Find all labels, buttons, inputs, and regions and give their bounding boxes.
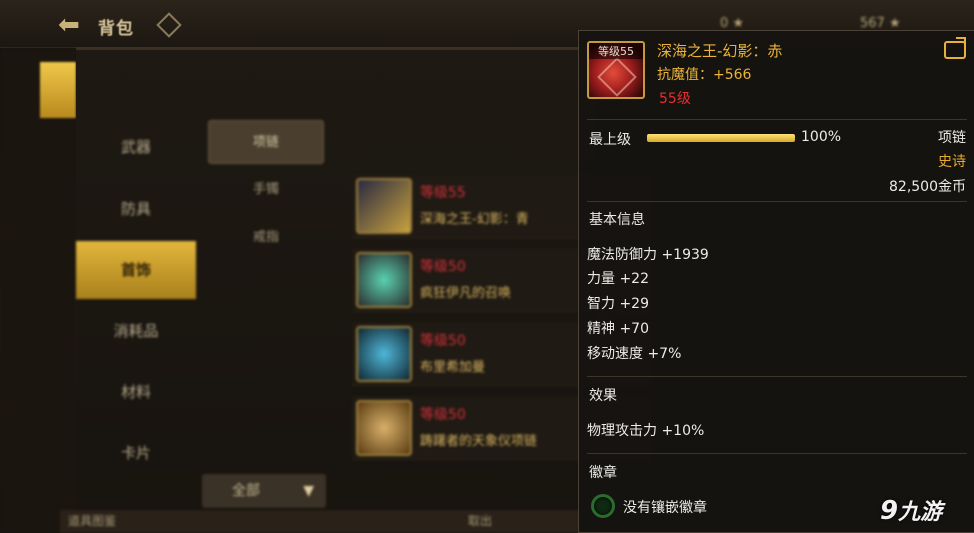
item-level: 等级55 (420, 185, 466, 201)
filter-label: 全部 (232, 483, 260, 499)
item-name: 疯狂伊凡的召唤 (420, 286, 512, 301)
subcat-bracelet[interactable]: 手镯 (208, 168, 324, 212)
category-weapon[interactable]: 武器 (76, 118, 196, 176)
subcat-ring[interactable]: 戒指 (208, 216, 324, 260)
item-icon (356, 326, 412, 382)
category-accessory[interactable]: 首饰 (76, 241, 196, 299)
item-title: 深海之王-幻影：赤 (657, 42, 783, 60)
necklace-icon: 等级55 (587, 41, 645, 99)
currency-2: 567 ★ (860, 16, 901, 31)
category-material[interactable]: 材料 (76, 363, 196, 421)
divider (587, 119, 967, 120)
share-icon[interactable] (944, 37, 966, 59)
item-name: 踌躇者的天象仪项链 (420, 434, 538, 449)
item-level: 等级50 (420, 333, 466, 349)
item-detail-tooltip: 等级55 深海之王-幻影：赤 抗魔值：+566 55级 最上级 100% 项链 … (578, 30, 974, 533)
item-icon (356, 252, 412, 308)
currency-1: 0 ★ (720, 16, 745, 31)
stat-line: 魔法防御力 +1939 (587, 247, 709, 263)
stat-line: 智力 +29 (587, 296, 649, 312)
grade-label: 最上级 (589, 132, 631, 148)
page-title: 背包 (98, 19, 134, 39)
item-icon (356, 400, 412, 456)
dropdown-arrow-icon: ▼ (303, 483, 314, 499)
item-level: 等级50 (420, 407, 466, 423)
back-arrow-icon[interactable]: ⬅ (58, 12, 88, 38)
stat-line: 移动速度 +7% (587, 346, 682, 362)
bottom-bar: 道具图鉴 取出 (60, 510, 580, 533)
divider (587, 453, 967, 454)
category-armor[interactable]: 防具 (76, 180, 196, 238)
effect-line: 物理攻击力 +10% (587, 423, 705, 439)
item-level: 等级50 (420, 259, 466, 275)
item-level-req: 55级 (659, 91, 691, 107)
item-resist-stat: 抗魔值：+566 (657, 67, 752, 83)
filter-dropdown[interactable]: 全部 ▼ (202, 474, 326, 508)
divider (587, 201, 967, 202)
stat-line: 精神 +70 (587, 321, 649, 337)
diamond-icon (156, 12, 182, 38)
divider (587, 376, 967, 377)
effect-title: 效果 (589, 388, 617, 404)
category-card[interactable]: 卡片 (76, 424, 196, 482)
item-icon (356, 178, 412, 234)
inventory-panel: 武器 防具 首饰 消耗品 材料 卡片 项链 手镯 戒指 等级55 深海之王-幻影… (76, 48, 652, 533)
icon-level-badge: 等级55 (589, 43, 643, 59)
emblem-slot-icon (591, 494, 615, 518)
item-name: 布里希加曼 (420, 360, 486, 375)
emblem-status: 没有镶嵌徽章 (623, 500, 707, 516)
item-rarity: 史诗 (938, 154, 966, 170)
item-type: 项链 (938, 130, 966, 146)
category-consumable[interactable]: 消耗品 (76, 302, 196, 360)
subcat-necklace[interactable]: 项链 (208, 120, 324, 164)
grade-bar (647, 134, 795, 142)
item-catalog-button[interactable]: 道具图鉴 (68, 510, 116, 533)
inventory-screen: ⬅ 背包 0 ★ 567 ★ 武器 防具 首饰 消耗品 材料 卡片 项链 手镯 … (0, 0, 974, 533)
grade-percent: 100% (801, 129, 842, 145)
take-out-button[interactable]: 取出 (468, 510, 492, 533)
emblem-title: 徽章 (589, 465, 617, 481)
item-price: 82,500金币 (889, 179, 966, 195)
stat-line: 力量 +22 (587, 271, 649, 287)
basic-info-title: 基本信息 (589, 212, 645, 228)
watermark-logo: 9九游 (880, 496, 943, 526)
item-name: 深海之王-幻影：青 (420, 212, 529, 227)
left-strip (0, 48, 76, 533)
